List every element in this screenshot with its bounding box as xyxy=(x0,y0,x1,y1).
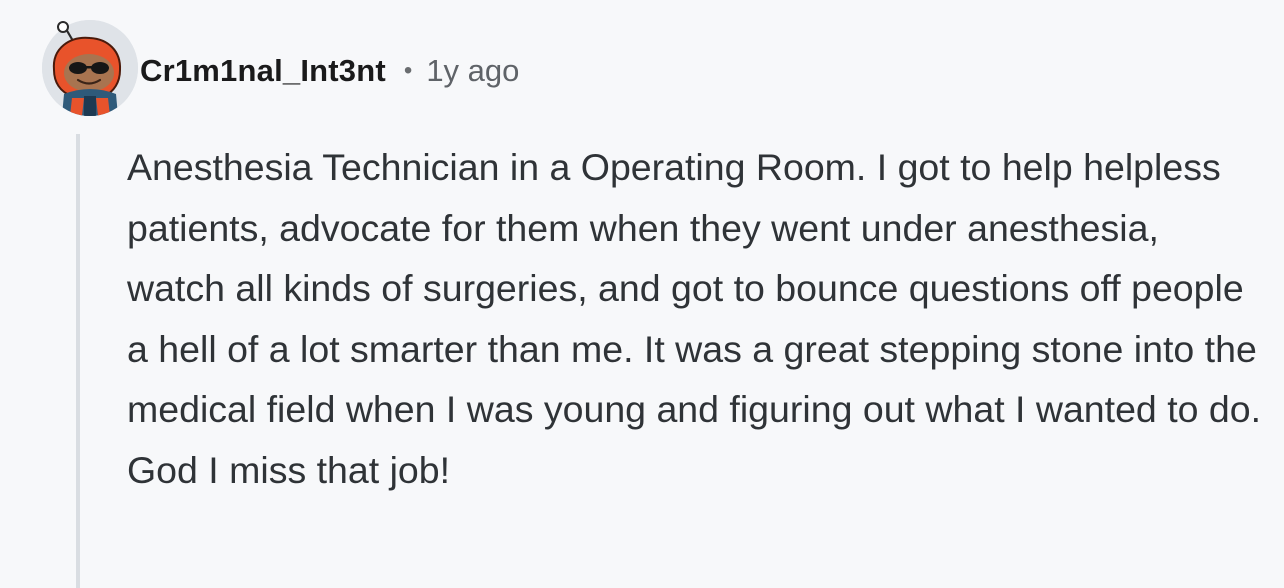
timestamp[interactable]: 1y ago xyxy=(426,53,519,89)
comment-text: Anesthesia Technician in a Operating Roo… xyxy=(127,146,1262,491)
thread-line[interactable] xyxy=(76,134,80,588)
comment-header: Cr1m1nal_Int3nt • 1y ago xyxy=(140,47,519,95)
username-link[interactable]: Cr1m1nal_Int3nt xyxy=(140,53,386,89)
comment-body: Anesthesia Technician in a Operating Roo… xyxy=(127,137,1267,500)
separator-dot: • xyxy=(403,57,413,84)
comment: Cr1m1nal_Int3nt • 1y ago Anesthesia Tech… xyxy=(0,0,1284,588)
avatar[interactable] xyxy=(42,20,138,116)
snoo-avatar-icon xyxy=(42,20,138,116)
